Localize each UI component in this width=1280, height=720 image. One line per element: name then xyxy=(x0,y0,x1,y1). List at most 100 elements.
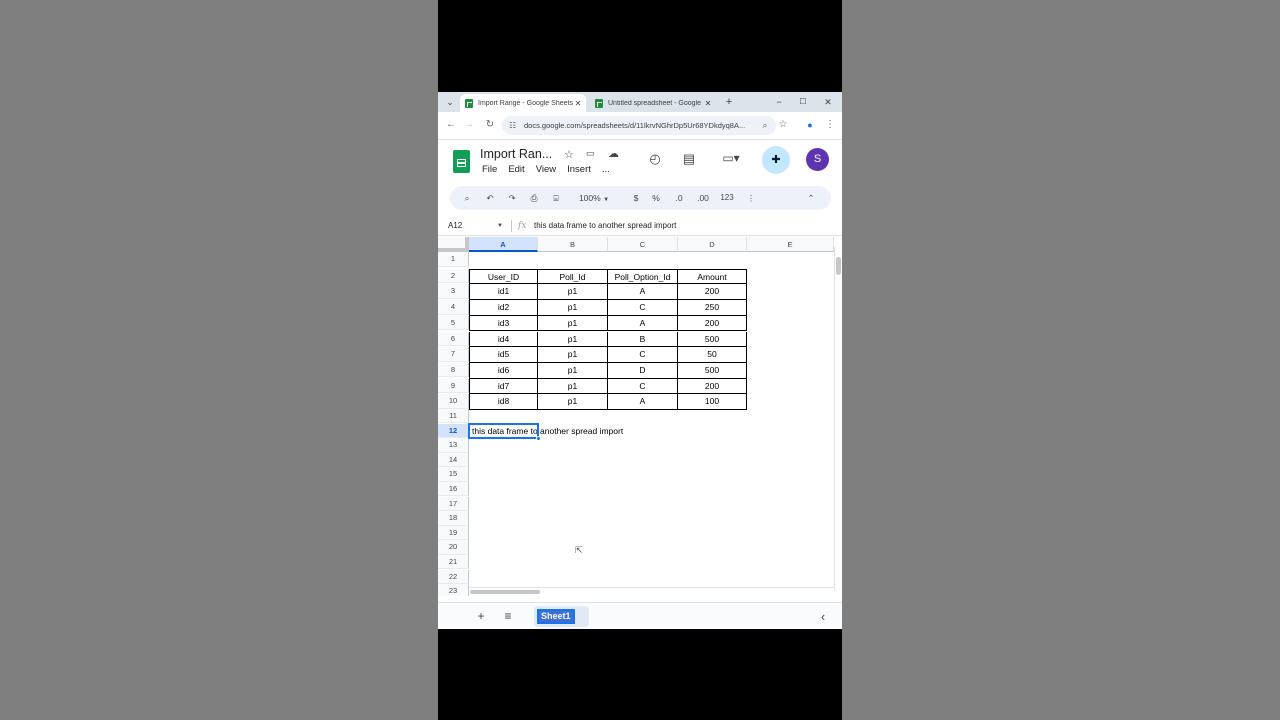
table-cell[interactable]: C xyxy=(608,300,678,316)
table-cell[interactable]: p1 xyxy=(538,284,608,301)
vertical-scrollbar[interactable] xyxy=(834,247,842,590)
row-header-4[interactable]: 4 xyxy=(438,300,469,315)
table-cell[interactable]: C xyxy=(608,347,678,363)
tab-import-range[interactable]: Import Range - Google Sheets ✕ xyxy=(460,94,586,112)
select-all-corner[interactable] xyxy=(438,237,469,252)
table-cell[interactable]: id6 xyxy=(469,362,538,379)
menu-edit[interactable]: Edit xyxy=(508,164,524,175)
horizontal-scroll-thumb[interactable] xyxy=(470,590,540,594)
fill-handle[interactable] xyxy=(536,436,541,442)
tab-close-icon[interactable]: ✕ xyxy=(703,99,713,108)
row-header-18[interactable]: 18 xyxy=(438,511,469,526)
zoom-icon[interactable]: ⌕ xyxy=(758,118,772,132)
currency-format-button[interactable]: $ xyxy=(630,186,642,210)
redo-icon[interactable]: ↷ xyxy=(505,186,519,210)
table-cell[interactable]: 200 xyxy=(678,378,747,395)
row-header-17[interactable]: 17 xyxy=(438,496,469,512)
vertical-scroll-thumb[interactable] xyxy=(836,257,841,275)
table-cell[interactable]: 100 xyxy=(678,394,747,410)
row-header-22[interactable]: 22 xyxy=(438,569,469,585)
row-header-13[interactable]: 13 xyxy=(438,438,469,453)
table-cell[interactable]: p1 xyxy=(538,315,608,332)
column-header-a[interactable]: A xyxy=(469,237,538,252)
table-header-cell[interactable]: Poll_Option_Id xyxy=(608,268,678,285)
meet-camera-icon[interactable]: ▭▾ xyxy=(718,151,744,165)
name-box[interactable]: A12 xyxy=(448,216,462,236)
tab-close-icon[interactable]: ✕ xyxy=(573,99,583,108)
menu-more[interactable]: ... xyxy=(602,164,610,175)
menu-insert[interactable]: Insert xyxy=(567,164,591,175)
forward-arrow-icon[interactable]: → xyxy=(462,118,476,132)
table-cell[interactable]: D xyxy=(608,362,678,379)
formula-input[interactable]: this data frame to another spread import xyxy=(534,216,676,236)
table-header-cell[interactable]: Poll_Id xyxy=(538,268,608,285)
bookmark-star-icon[interactable]: ☆ xyxy=(776,118,790,132)
add-sheet-button[interactable]: + xyxy=(474,603,488,629)
tab-search-button[interactable]: ⌄ xyxy=(442,94,458,110)
column-header-d[interactable]: D xyxy=(678,237,747,252)
increase-decimal-button[interactable]: .00 xyxy=(692,186,714,210)
reload-icon[interactable]: ↻ xyxy=(483,118,497,132)
percent-format-button[interactable]: % xyxy=(650,186,662,210)
table-cell[interactable]: 500 xyxy=(678,362,747,379)
sheet-name-input[interactable]: Sheet1 xyxy=(537,609,575,624)
comments-icon[interactable]: ▤ xyxy=(680,151,698,167)
table-cell[interactable]: A xyxy=(608,315,678,332)
row-header-20[interactable]: 20 xyxy=(438,540,469,555)
zoom-select[interactable]: 100% ▼ xyxy=(570,186,618,210)
row-header-5[interactable]: 5 xyxy=(438,315,469,331)
table-cell[interactable]: 500 xyxy=(678,331,747,348)
collapse-toolbar-icon[interactable]: ⌃ xyxy=(804,186,818,210)
decrease-decimal-button[interactable]: .0 xyxy=(668,186,690,210)
table-cell[interactable]: p1 xyxy=(538,362,608,379)
profile-icon[interactable]: ● xyxy=(803,118,817,132)
table-cell[interactable]: p1 xyxy=(538,394,608,410)
menu-view[interactable]: View xyxy=(536,164,556,175)
url-field[interactable]: ☷ docs.google.com/spreadsheets/d/11lkrvN… xyxy=(502,116,776,135)
table-header-cell[interactable]: Amount xyxy=(678,268,747,285)
menu-file[interactable]: File xyxy=(482,164,497,175)
row-header-6[interactable]: 6 xyxy=(438,331,469,347)
table-cell[interactable]: p1 xyxy=(538,347,608,363)
row-header-14[interactable]: 14 xyxy=(438,452,469,468)
table-cell[interactable]: id8 xyxy=(469,394,538,410)
cloud-status-icon[interactable]: ☁ xyxy=(608,147,619,160)
horizontal-scrollbar[interactable] xyxy=(469,587,834,596)
table-cell[interactable]: p1 xyxy=(538,378,608,395)
table-cell[interactable]: 200 xyxy=(678,315,747,332)
row-header-2[interactable]: 2 xyxy=(438,268,469,284)
row-header-3[interactable]: 3 xyxy=(438,284,469,299)
table-cell[interactable]: p1 xyxy=(538,300,608,316)
all-sheets-button[interactable]: ≡ xyxy=(501,603,515,629)
share-button[interactable]: ✚ xyxy=(762,146,790,174)
table-cell[interactable]: 250 xyxy=(678,300,747,316)
more-options-icon[interactable]: ⋮ xyxy=(746,186,756,210)
row-header-23[interactable]: 23 xyxy=(438,584,469,596)
table-cell[interactable]: A xyxy=(608,284,678,301)
row-header-16[interactable]: 16 xyxy=(438,481,469,497)
column-header-e[interactable]: E xyxy=(747,237,834,252)
star-icon[interactable]: ☆ xyxy=(564,148,574,161)
table-cell[interactable]: C xyxy=(608,378,678,395)
table-cell[interactable]: 50 xyxy=(678,347,747,363)
site-info-icon[interactable]: ☷ xyxy=(509,116,516,135)
row-header-9[interactable]: 9 xyxy=(438,378,469,394)
maximize-button[interactable]: ☐ xyxy=(796,94,810,110)
row-header-19[interactable]: 19 xyxy=(438,525,469,541)
row-header-8[interactable]: 8 xyxy=(438,362,469,378)
row-header-10[interactable]: 10 xyxy=(438,394,469,409)
table-cell[interactable]: id4 xyxy=(469,331,538,348)
sheets-logo-icon[interactable] xyxy=(453,150,470,173)
minimize-button[interactable]: − xyxy=(772,94,786,110)
row-header-11[interactable]: 11 xyxy=(438,408,469,424)
back-arrow-icon[interactable]: ← xyxy=(444,118,458,132)
name-box-dropdown-icon[interactable]: ▼ xyxy=(497,216,503,236)
table-cell[interactable]: A xyxy=(608,394,678,410)
collapse-sheets-icon[interactable]: ‹ xyxy=(817,603,829,629)
table-cell[interactable]: id1 xyxy=(469,284,538,301)
paint-format-icon[interactable]: ⌸ xyxy=(549,186,563,210)
table-cell[interactable]: id3 xyxy=(469,315,538,332)
move-folder-icon[interactable]: ▭ xyxy=(586,148,595,159)
undo-icon[interactable]: ↶ xyxy=(483,186,497,210)
tab-untitled-spreadsheet[interactable]: Untitled spreadsheet - Google ✕ xyxy=(590,94,716,112)
